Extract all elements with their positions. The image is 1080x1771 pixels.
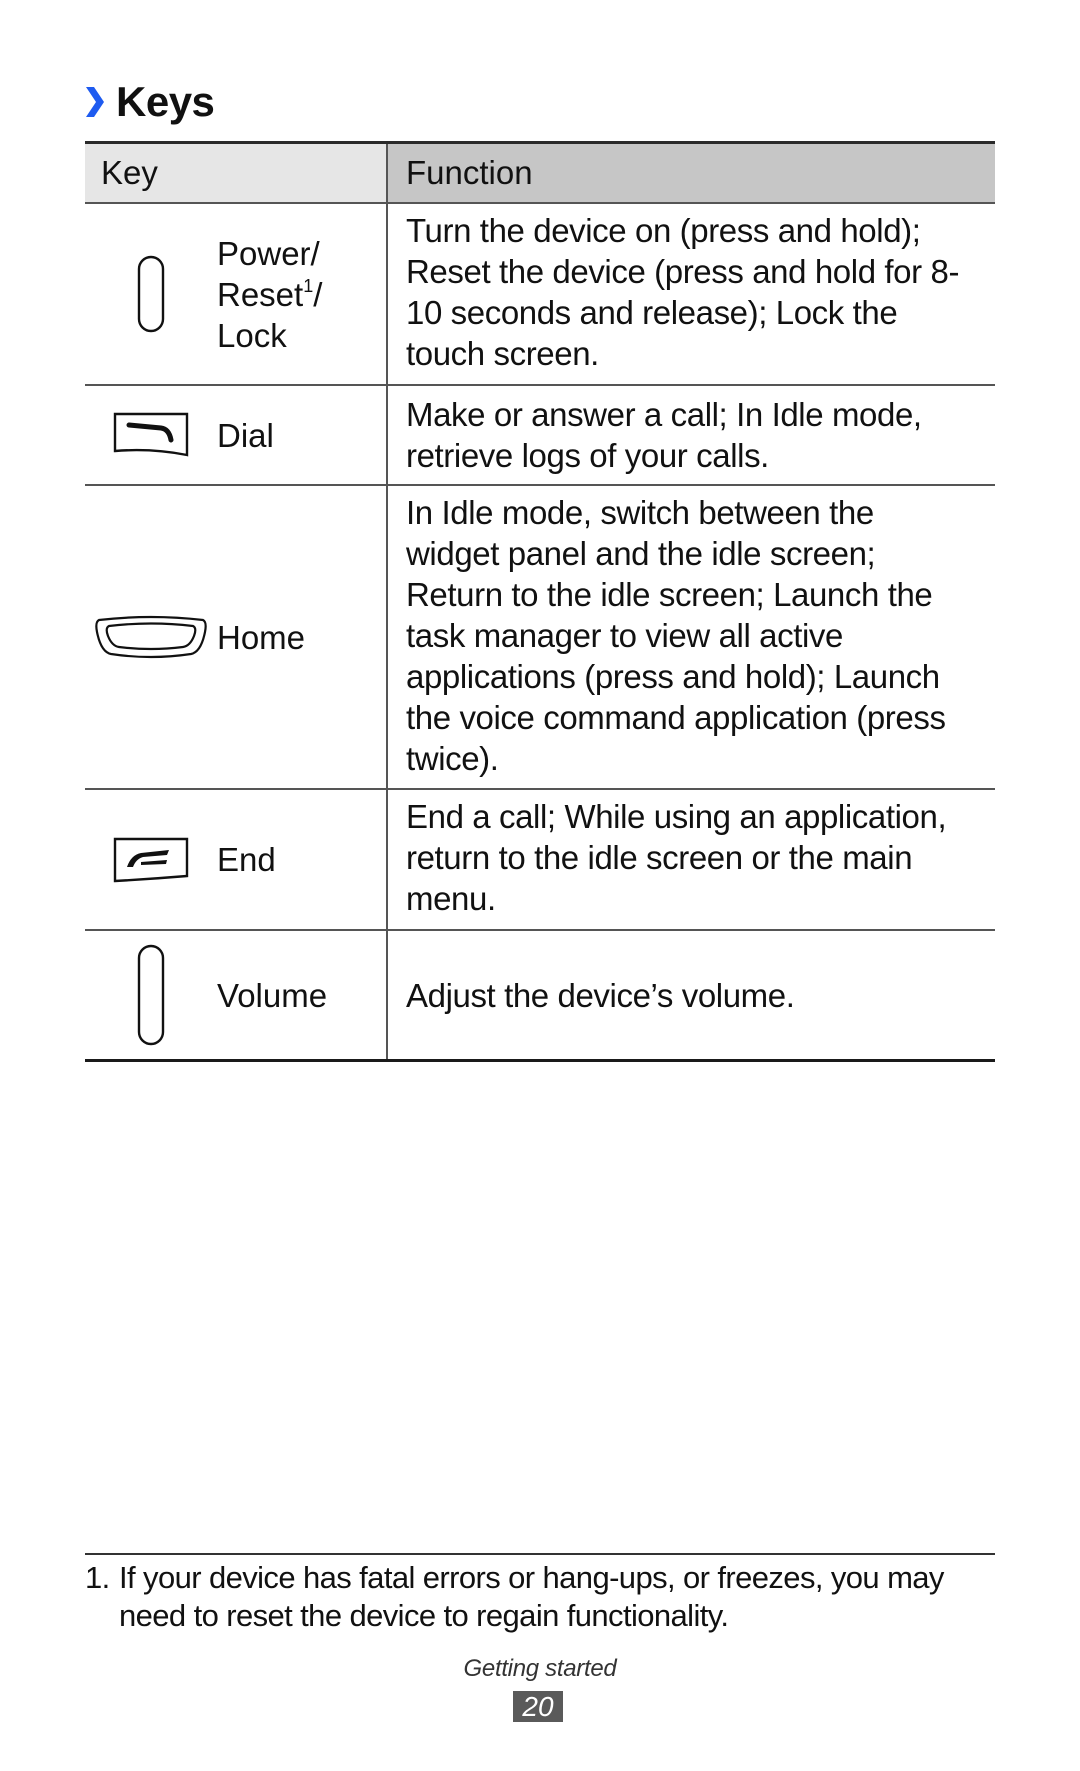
key-name-dial: Dial — [217, 416, 274, 454]
function-cell: In Idle mode, switch between the widget … — [406, 494, 946, 777]
dial-key-icon — [113, 412, 189, 457]
key-name-power: Power/ Reset1/ Lock — [217, 234, 323, 354]
volume-key-icon — [137, 944, 165, 1046]
table-row: Home In Idle mode, switch between the wi… — [85, 486, 995, 790]
table-row: Volume Adjust the device’s volume. — [85, 931, 995, 1062]
table-header: Key Function — [85, 141, 995, 204]
section-title: Keys — [116, 78, 215, 125]
key-name-home: Home — [217, 618, 306, 656]
end-key-icon — [113, 837, 189, 882]
page-number: 20 — [513, 1691, 563, 1722]
key-cell: End — [85, 790, 388, 929]
table-row: End End a call; While using an applicati… — [85, 790, 995, 931]
keys-table: Key Function Power/ Reset1/ Lock Turn th… — [85, 141, 995, 1062]
table-row: Dial Make or answer a call; In Idle mode… — [85, 386, 995, 486]
key-cell: Power/ Reset1/ Lock — [85, 204, 388, 384]
footnote-text: If your device has fatal errors or hang-… — [119, 1560, 944, 1633]
function-cell: Adjust the device’s volume. — [406, 976, 795, 1014]
key-cell: Dial — [85, 386, 388, 484]
footnote-ref[interactable]: 1 — [303, 276, 313, 296]
key-name-end: End — [217, 841, 276, 878]
header-key: Key — [85, 144, 388, 202]
home-key-icon — [95, 615, 207, 659]
key-cell: Volume — [85, 931, 388, 1059]
footnote-divider — [85, 1553, 995, 1555]
function-cell: End a call; While using an application, … — [406, 798, 947, 917]
footer-section-label: Getting started — [463, 1655, 617, 1682]
function-cell: Make or answer a call; In Idle mode, ret… — [406, 396, 922, 474]
key-cell: Home — [85, 486, 388, 788]
table-row: Power/ Reset1/ Lock Turn the device on (… — [85, 204, 995, 386]
power-key-icon — [137, 255, 165, 333]
key-name-volume: Volume — [217, 976, 328, 1014]
footnote: 1. If your device has fatal errors or ha… — [85, 1559, 995, 1635]
chevron-right-icon — [86, 87, 104, 117]
footnote-number: 1. — [85, 1560, 110, 1595]
header-function: Function — [388, 144, 995, 202]
section-heading: Keys — [84, 78, 215, 126]
function-cell: Turn the device on (press and hold); Res… — [406, 212, 960, 372]
